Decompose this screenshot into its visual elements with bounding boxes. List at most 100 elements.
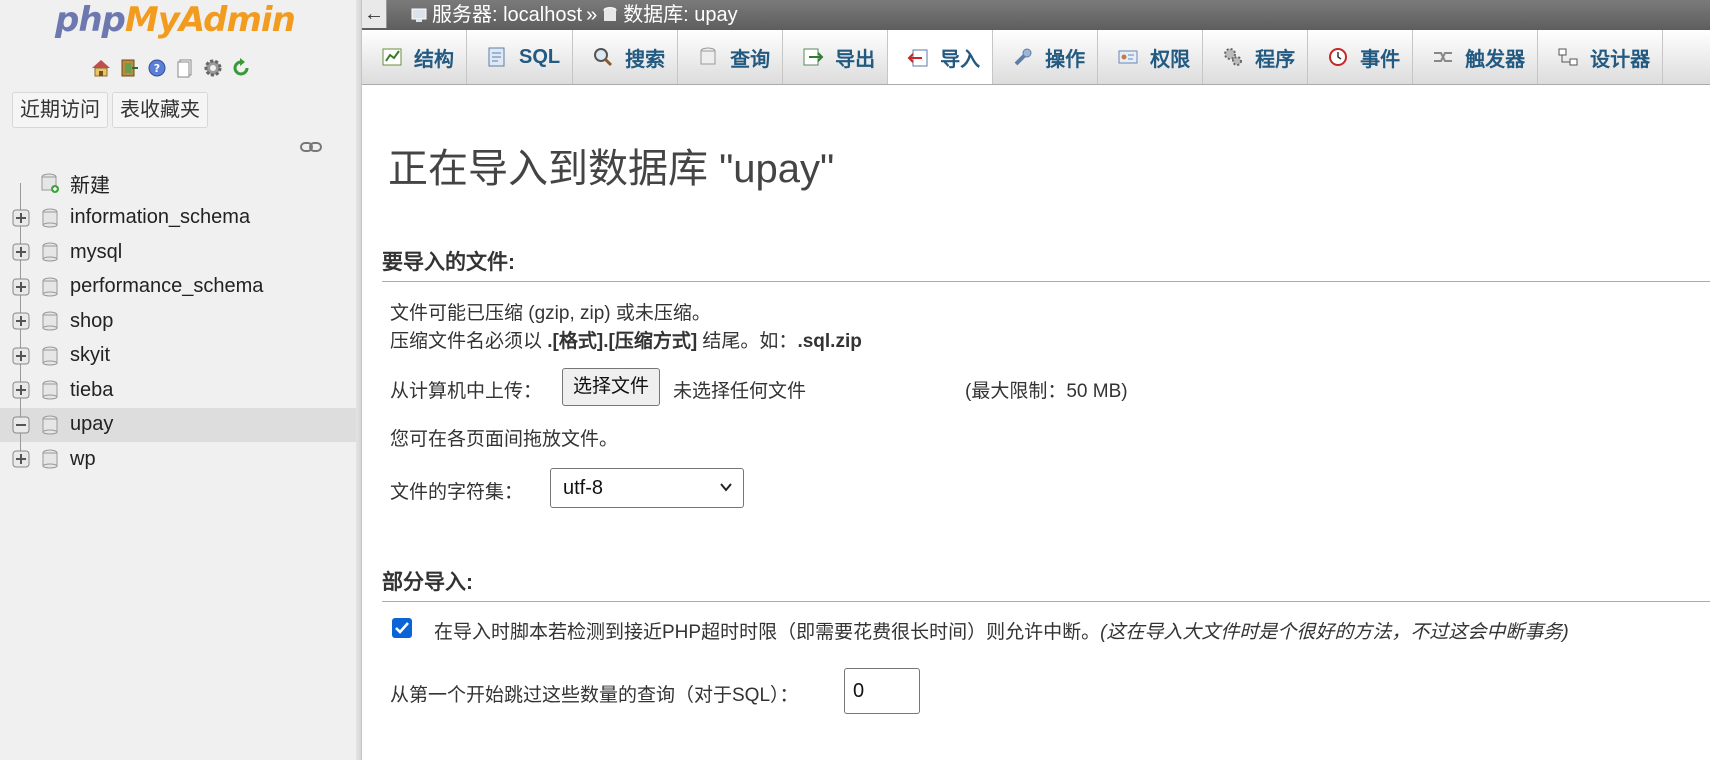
tree-item-upay[interactable]: upay: [0, 407, 356, 442]
tree-item-performance_schema[interactable]: performance_schema: [0, 269, 356, 304]
tree-item-tieba[interactable]: tieba: [0, 373, 356, 408]
charset-value: utf-8: [563, 477, 604, 499]
tab-import[interactable]: 导入: [888, 30, 994, 84]
wrench-icon: [1014, 48, 1032, 66]
server-icon: [411, 8, 427, 22]
expand-icon[interactable]: [12, 381, 30, 399]
tab-label: 导入: [940, 49, 981, 71]
breadcrumb-database[interactable]: 数据库: upay: [623, 0, 737, 30]
compression-rule: 压缩文件名必须以 .[格式].[压缩方式] 结尾。如：.sql.zip: [390, 326, 862, 353]
link-icon[interactable]: [300, 140, 322, 154]
tree-item-skyit[interactable]: skyit: [0, 338, 356, 373]
expand-icon[interactable]: [12, 312, 30, 330]
tree-item-label: performance_schema: [70, 275, 264, 298]
tab-designer[interactable]: 设计器: [1538, 30, 1664, 84]
breadcrumb-server[interactable]: 服务器: localhost: [432, 0, 582, 30]
database-icon: [42, 277, 58, 297]
tab-routines[interactable]: 程序: [1203, 30, 1309, 84]
tab-label: 操作: [1045, 48, 1086, 71]
favorites-button[interactable]: 表收藏夹: [112, 92, 208, 128]
breadcrumb: 服务器: localhost » 数据库: upay: [410, 0, 738, 30]
expand-icon[interactable]: [12, 347, 30, 365]
tab-label: 搜索: [625, 48, 666, 71]
reload-icon[interactable]: [230, 57, 252, 79]
charset-select[interactable]: utf-8: [550, 468, 744, 508]
tree-item-label: upay: [70, 413, 114, 436]
tree-item-new[interactable]: 新建: [0, 166, 356, 218]
tab-search[interactable]: 搜索: [573, 30, 679, 84]
exit-icon[interactable]: [118, 57, 140, 79]
tab-query[interactable]: 查询: [678, 30, 784, 84]
database-icon: [42, 346, 58, 366]
tree-item-label: wp: [70, 447, 96, 470]
help-icon[interactable]: ?: [146, 57, 168, 79]
gear-icon[interactable]: [202, 57, 224, 79]
compression-rule-mid: 结尾。如：: [697, 331, 798, 352]
tab-label: SQL: [519, 45, 561, 68]
docs-icon[interactable]: [174, 57, 196, 79]
allow-interrupt-label[interactable]: 在导入时脚本若检测到接近PHP超时时限（即需要花费很长时间）则允许中断。(这在导…: [434, 617, 1569, 644]
tree-item-label: skyit: [70, 344, 110, 367]
skip-queries-label: 从第一个开始跳过这些数量的查询（对于SQL）：: [390, 685, 799, 706]
expand-icon[interactable]: [12, 243, 30, 261]
tab-wrench[interactable]: 操作: [993, 30, 1099, 84]
routines-icon: [1224, 48, 1243, 66]
tab-export[interactable]: 导出: [783, 30, 889, 84]
tab-privileges[interactable]: 权限: [1098, 30, 1204, 84]
search-icon: [594, 48, 613, 67]
collapse-nav-button[interactable]: ←: [362, 0, 387, 28]
tree-item-label: 新建: [70, 174, 110, 197]
tree-item-label: tieba: [70, 378, 114, 401]
breadcrumb-bar: ← 服务器: localhost » 数据库: upay: [362, 0, 1710, 30]
recent-button[interactable]: 近期访问: [12, 92, 108, 128]
compression-format: .[格式].[压缩方式]: [547, 331, 698, 352]
logo-my: My: [124, 0, 180, 40]
partial-section-heading: 部分导入:: [382, 566, 1710, 602]
compression-info: 文件可能已压缩 (gzip, zip) 或未压缩。: [390, 303, 711, 324]
compression-example: .sql.zip: [797, 331, 862, 352]
tree-item-label: mysql: [70, 240, 123, 263]
privileges-icon: [1118, 50, 1138, 64]
database-icon: [42, 380, 58, 400]
tab-label: 权限: [1150, 48, 1191, 71]
tab-label: 设计器: [1590, 48, 1651, 71]
main-content: 正在导入到数据库 "upay" 要导入的文件: 文件可能已压缩 (gzip, z…: [362, 86, 1710, 760]
database-tree: 新建 information_schemamysql performance_sc…: [0, 166, 356, 477]
tree-item-information_schema[interactable]: information_schema: [0, 200, 356, 235]
tab-bar: 结构 SQL 搜索 查询 导出 导入 操作 权限 程序 事件 触发器 设计器: [362, 30, 1710, 85]
tree-item-shop[interactable]: shop: [0, 304, 356, 339]
breadcrumb-separator: »: [586, 4, 598, 26]
skip-queries-input[interactable]: 0: [844, 668, 920, 714]
expand-icon[interactable]: [12, 209, 30, 227]
tree-item-label: information_schema: [70, 206, 251, 229]
database-icon: [42, 415, 58, 435]
home-icon[interactable]: [90, 57, 112, 79]
collapse-icon[interactable]: [12, 416, 30, 434]
allow-interrupt-text: 在导入时脚本若检测到接近PHP超时时限（即需要花费很长时间）则允许中断。: [434, 622, 1101, 643]
no-file-chosen: 未选择任何文件: [673, 381, 807, 402]
navigation-panel: phpMyAdmin ? 近期访问 表收藏夹 新建 information_sc…: [0, 0, 356, 760]
query-icon: [700, 47, 716, 65]
tab-label: 查询: [730, 48, 771, 71]
tab-label: 程序: [1255, 48, 1296, 71]
logo-php: php: [55, 0, 126, 40]
compression-rule-prefix: 压缩文件名必须以: [390, 331, 548, 352]
triggers-icon: [1434, 52, 1453, 62]
tab-triggers[interactable]: 触发器: [1413, 30, 1539, 84]
tree-item-mysql[interactable]: mysql: [0, 235, 356, 270]
tab-events[interactable]: 事件: [1308, 30, 1414, 84]
phpmyadmin-logo[interactable]: phpMyAdmin: [55, 0, 305, 40]
tab-label: 导出: [835, 48, 876, 71]
svg-text:?: ?: [154, 62, 160, 75]
charset-label: 文件的字符集：: [390, 482, 524, 503]
choose-file-button[interactable]: 选择文件: [562, 368, 661, 406]
tab-structure[interactable]: 结构: [362, 30, 467, 84]
expand-icon[interactable]: [12, 278, 30, 296]
tree-item-label: shop: [70, 309, 114, 332]
allow-interrupt-note: (这在导入大文件时是个很好的方法，不过这会中断事务): [1100, 622, 1569, 643]
tree-item-wp[interactable]: wp: [0, 442, 356, 477]
quick-icons: ?: [90, 56, 252, 80]
allow-interrupt-checkbox[interactable]: [392, 618, 412, 638]
expand-icon[interactable]: [12, 450, 30, 468]
tab-sql[interactable]: SQL: [467, 30, 574, 84]
